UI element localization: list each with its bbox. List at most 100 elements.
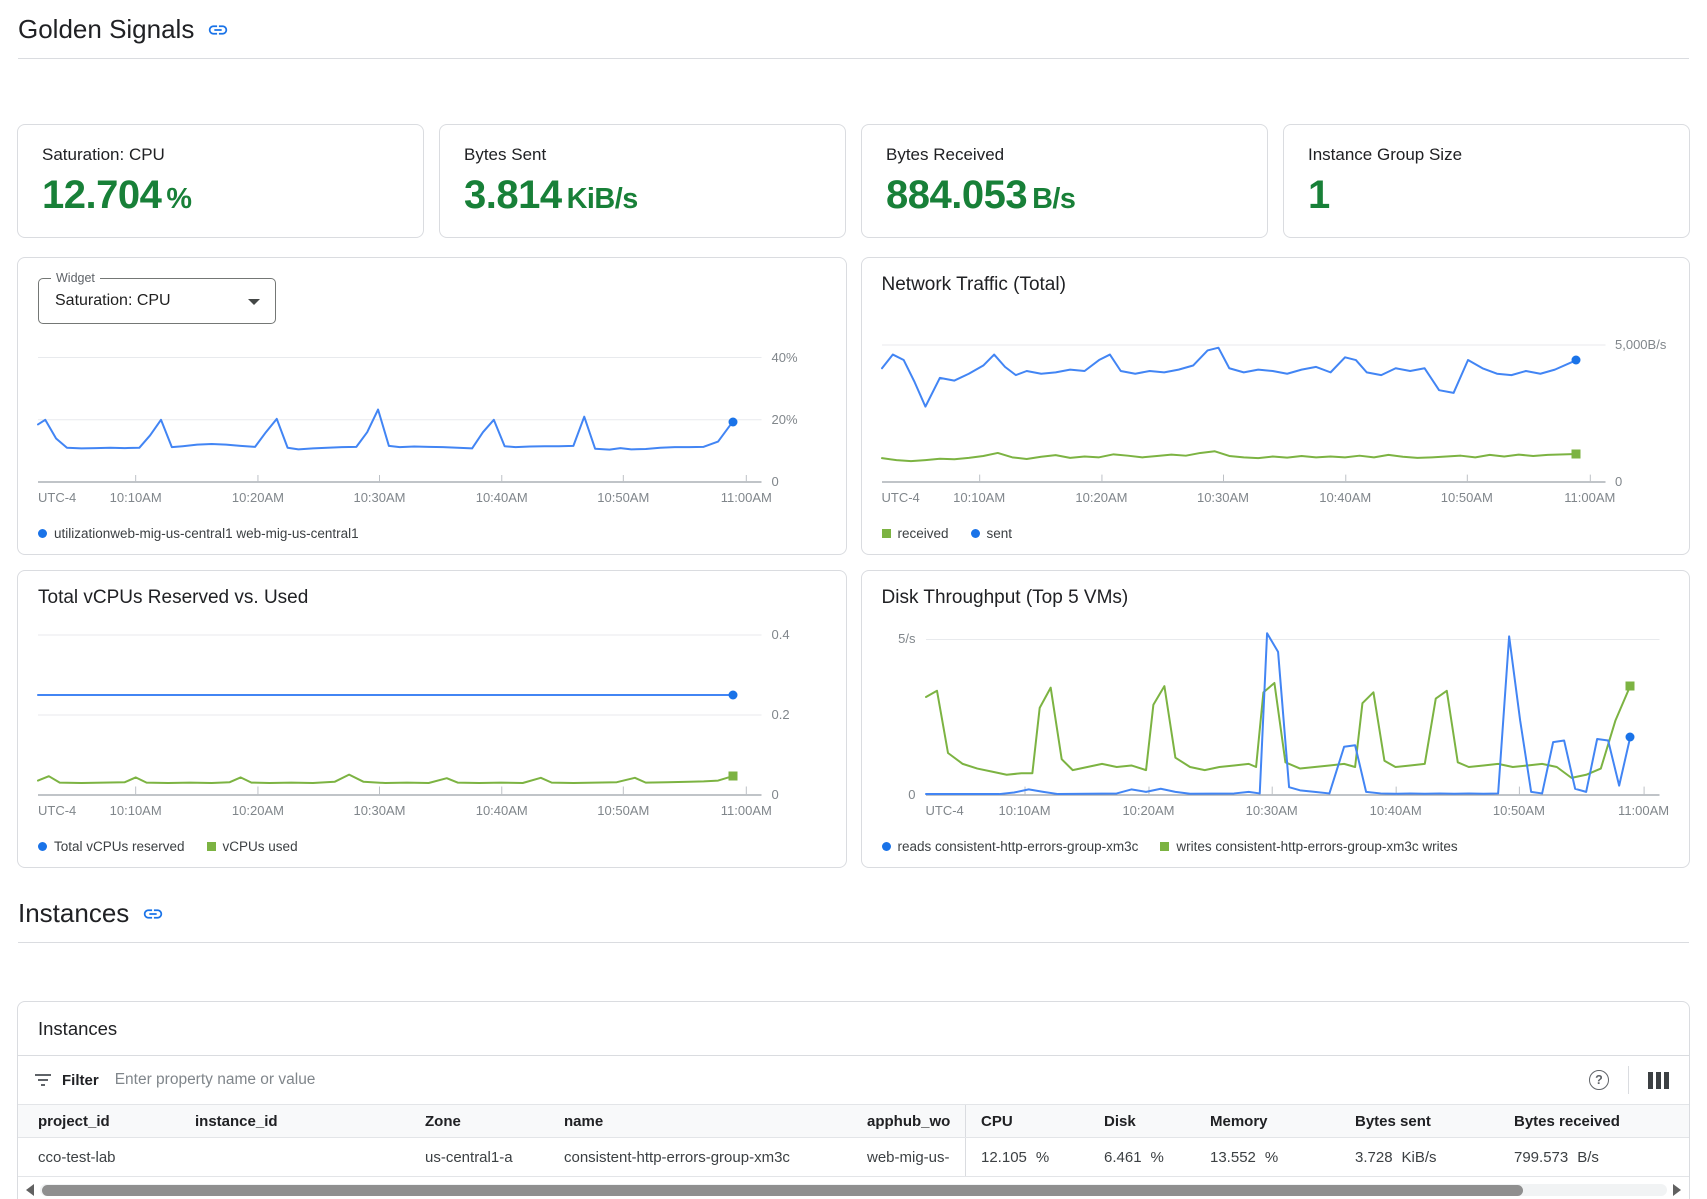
chevron-down-icon [248,299,260,305]
series-line-writes [926,683,1630,778]
x-axis-labels: UTC-410:10AM10:20AM10:30AM10:40AM10:50AM… [38,490,762,510]
saturation-cpu-chart[interactable]: 40%20%0UTC-410:10AM10:20AM10:30AM10:40AM… [38,326,826,520]
x-axis-tick-label: 10:40AM [1319,490,1371,505]
cell-disk: 6.461% [1089,1149,1195,1166]
column-header-cpu[interactable]: CPU [966,1113,1089,1130]
x-axis-labels: UTC-410:10AM10:20AM10:30AM10:40AM10:50AM… [38,803,762,823]
legend-item[interactable]: Total vCPUs reserved [38,839,185,854]
legend-item[interactable]: reads consistent-http-errors-group-xm3c [882,839,1139,854]
series-line-received [882,451,1577,461]
table-row[interactable]: cco-test-lab us-central1-a consistent-ht… [18,1138,1689,1177]
y-axis-label: 5/s [898,631,915,646]
y-axis-label: 0.2 [772,707,790,722]
vcpus-chart-card: Total vCPUs Reserved vs. Used 0.40.20UTC… [17,570,847,868]
column-header-bytes-sent[interactable]: Bytes sent [1340,1113,1499,1130]
section-link-button[interactable] [141,902,165,926]
x-axis-tick-label: 10:20AM [1122,803,1174,818]
plot-area[interactable]: 5/s0UTC-410:10AM10:20AM10:30AM10:40AM10:… [926,627,1660,795]
plot-area[interactable]: 0.40.20UTC-410:10AM10:20AM10:30AM10:40AM… [38,625,762,795]
legend-label: reads consistent-http-errors-group-xm3c [898,839,1139,854]
scorecard-value: 1 [1308,173,1665,218]
columns-icon [1648,1072,1669,1089]
widget-selector-dropdown[interactable]: Widget Saturation: CPU [38,278,276,324]
scorecard-instance-group-size: Instance Group Size 1 [1283,124,1690,238]
network-traffic-chart[interactable]: 5,000B/s0UTC-410:10AM10:20AM10:30AM10:40… [882,300,1670,520]
scorecards-row: Saturation: CPU 12.704% Bytes Sent 3.814… [17,124,1690,238]
timezone-label: UTC-4 [38,803,76,818]
filter-input[interactable] [115,1071,1582,1089]
legend-item[interactable]: vCPUs used [207,839,298,854]
widget-selected-value: Saturation: CPU [55,292,171,310]
table-title: Instances [18,1002,1689,1056]
vcpus-chart[interactable]: 0.40.20UTC-410:10AM10:20AM10:30AM10:40AM… [38,613,826,833]
scorecard-bytes-received: Bytes Received 884.053B/s [861,124,1268,238]
legend-item[interactable]: sent [971,526,1013,541]
horizontal-scrollbar[interactable] [26,1180,1681,1199]
chart-legend: utilizationweb-mig-us-central1 web-mig-u… [38,522,826,544]
link-icon [207,19,229,41]
x-axis-tick-label: 10:10AM [998,803,1050,818]
x-axis-tick-label: 10:50AM [597,490,649,505]
x-axis-labels: UTC-410:10AM10:20AM10:30AM10:40AM10:50AM… [926,803,1660,823]
legend-label: vCPUs used [223,839,298,854]
legend-item[interactable]: writes consistent-http-errors-group-xm3c… [1160,839,1457,854]
scroll-left-arrow-icon[interactable] [26,1184,34,1196]
scrollbar-track[interactable] [40,1184,1667,1196]
scorecard-value: 12.704% [42,173,399,218]
column-header-name[interactable]: name [564,1113,867,1130]
help-icon: ? [1589,1070,1609,1090]
scorecard-label: Bytes Sent [464,145,821,165]
section-link-button[interactable] [206,18,230,42]
series-end-marker [728,691,737,700]
chart-svg [882,334,1606,482]
x-axis-tick-label: 10:40AM [476,803,528,818]
column-header-memory[interactable]: Memory [1195,1113,1340,1130]
column-header-bytes-received[interactable]: Bytes received [1499,1113,1689,1130]
column-header-disk[interactable]: Disk [1089,1113,1195,1130]
plot-area[interactable]: 5,000B/s0UTC-410:10AM10:20AM10:30AM10:40… [882,334,1606,482]
series-end-marker [1572,356,1581,365]
legend-circle-marker [38,842,47,851]
x-axis-tick-label: 10:30AM [1246,803,1298,818]
help-button[interactable]: ? [1582,1063,1616,1097]
scorecard-label: Saturation: CPU [42,145,399,165]
instances-table-card: Instances Filter ? project_id instance_i… [17,1001,1690,1199]
column-header-project-id[interactable]: project_id [38,1113,195,1130]
disk-throughput-chart[interactable]: 5/s0UTC-410:10AM10:20AM10:30AM10:40AM10:… [882,613,1670,833]
legend-circle-marker [971,529,980,538]
chart-title: Total vCPUs Reserved vs. Used [38,585,826,611]
y-axis-label: 0 [772,474,779,489]
scorecard-label: Instance Group Size [1308,145,1665,165]
x-axis-tick-label: 10:30AM [353,490,405,505]
x-axis-tick-label: 10:40AM [476,490,528,505]
legend-item[interactable]: utilizationweb-mig-us-central1 web-mig-u… [38,526,359,541]
x-axis-tick-label: 10:20AM [232,803,284,818]
column-header-apphub-workload[interactable]: apphub_wo [867,1105,966,1137]
legend-square-marker [882,529,891,538]
series-end-marker [728,772,737,781]
scroll-right-arrow-icon[interactable] [1673,1184,1681,1196]
toolbar-divider [1628,1066,1629,1094]
cell-name: consistent-http-errors-group-xm3c [564,1149,867,1166]
x-axis-tick-label: 10:30AM [353,803,405,818]
section-divider [18,942,1689,943]
x-axis-tick-label: 10:10AM [110,803,162,818]
column-display-button[interactable] [1641,1063,1675,1097]
column-header-instance-id[interactable]: instance_id [195,1113,425,1130]
filter-button[interactable]: Filter [62,1072,99,1089]
plot-area[interactable]: 40%20%0UTC-410:10AM10:20AM10:30AM10:40AM… [38,342,762,482]
column-header-zone[interactable]: Zone [425,1113,564,1130]
scorecard-unit: KiB/s [567,183,638,215]
cell-bytes-received: 799.573B/s [1499,1149,1689,1166]
legend-label: writes consistent-http-errors-group-xm3c… [1176,839,1457,854]
series-end-marker [1572,450,1581,459]
chart-title: Disk Throughput (Top 5 VMs) [882,585,1670,611]
table-filter-bar: Filter ? [18,1056,1689,1104]
legend-square-marker [1160,842,1169,851]
scrollbar-thumb[interactable] [42,1185,1523,1196]
legend-item[interactable]: received [882,526,949,541]
legend-label: Total vCPUs reserved [54,839,185,854]
legend-label: received [898,526,949,541]
timezone-label: UTC-4 [882,490,920,505]
table-header-row: project_id instance_id Zone name apphub_… [18,1104,1689,1138]
